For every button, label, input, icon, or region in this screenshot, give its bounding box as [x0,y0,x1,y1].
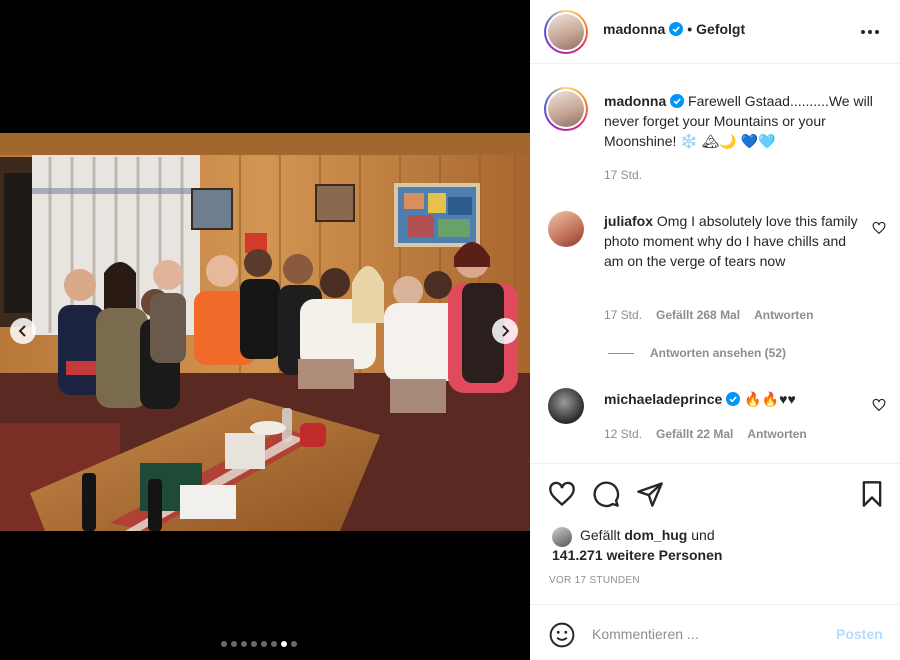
carousel-dot [231,641,237,647]
author-avatar[interactable] [544,10,588,54]
bookmark-icon[interactable] [858,480,886,508]
comment-timestamp: 17 Std. [604,308,643,322]
comment-body: michaeladeprince 🔥🔥♥♥ [604,389,866,409]
likes-prefix: Gefällt [580,527,621,543]
comment-timestamp: 12 Std. [604,427,643,441]
group-photo-illustration [0,133,530,531]
carousel-indicator [221,641,297,647]
comment-username[interactable]: juliafox [604,213,653,229]
comment-likes[interactable]: Gefällt 22 Mal [656,427,733,441]
separator-dot: • [687,21,693,37]
carousel-dot [251,641,257,647]
author-username[interactable]: madonna [603,21,665,37]
comment-username[interactable]: michaeladeprince [604,389,722,409]
heart-icon[interactable] [548,480,576,508]
verified-badge-icon [669,22,684,36]
post-caption: madonna Farewell Gstaad..........We will… [604,91,894,151]
divider-line [608,352,634,354]
comment-text: 🔥🔥♥♥ [744,391,796,407]
reply-button[interactable]: Antworten [754,308,813,322]
chevron-left-icon [18,325,26,337]
comment-body: juliafox Omg I absolutely love this fami… [604,211,866,271]
liker-username[interactable]: dom_hug [624,527,687,543]
caption-timestamp: 17 Std. [604,168,643,182]
likes-others[interactable]: 141.271 weitere Personen [552,547,722,563]
carousel-dot [291,641,297,647]
comment-meta: 12 Std. Gefällt 22 Mal Antworten [604,427,807,441]
commenter-avatar[interactable] [548,388,584,424]
heart-icon[interactable] [872,398,886,412]
carousel-dot [221,641,227,647]
send-icon[interactable] [636,480,664,508]
comment-icon[interactable] [592,480,620,508]
post-photo[interactable] [0,133,530,531]
post-header: madonna • Gefolgt [530,0,900,64]
carousel-dot [281,641,287,647]
comment-likes[interactable]: Gefällt 268 Mal [656,308,740,322]
follow-status-button[interactable]: Gefolgt [696,21,745,37]
verified-badge-icon [670,94,685,108]
caption-username[interactable]: madonna [604,93,666,109]
smiley-icon[interactable] [549,622,575,648]
comment-meta: 17 Std. Gefällt 268 Mal Antworten [604,308,813,322]
carousel-dot [241,641,247,647]
view-replies-button[interactable]: Antworten ansehen (52) [608,346,786,360]
author-line: madonna • Gefolgt [603,21,745,37]
comments-section: madonna Farewell Gstaad..........We will… [530,65,900,463]
carousel-dot [261,641,267,647]
verified-badge-icon [726,392,741,406]
commenter-avatar[interactable] [548,211,584,247]
instagram-post-modal: madonna • Gefolgt madonna Farewell Gstaa… [0,0,900,660]
previous-slide-button[interactable] [10,318,36,344]
likes-connector: und [691,527,715,543]
more-options-icon[interactable] [858,22,882,42]
likes-summary: Gefällt dom_hug und 141.271 weitere Pers… [552,525,722,565]
heart-icon[interactable] [872,221,886,235]
next-slide-button[interactable] [492,318,518,344]
post-age[interactable]: VOR 17 STUNDEN [549,575,640,586]
action-bar: Gefällt dom_hug und 141.271 weitere Pers… [530,463,900,586]
media-pane [0,0,530,660]
comment-composer: Posten [530,604,900,660]
chevron-right-icon [502,325,510,337]
post-comment-button[interactable]: Posten [836,626,883,642]
caption-author-avatar[interactable] [544,87,588,131]
post-sidebar: madonna • Gefolgt madonna Farewell Gstaa… [530,0,900,660]
comment-input[interactable] [592,622,812,646]
carousel-dot [271,641,277,647]
view-replies-label: Antworten ansehen (52) [650,346,787,360]
reply-button[interactable]: Antworten [747,427,806,441]
